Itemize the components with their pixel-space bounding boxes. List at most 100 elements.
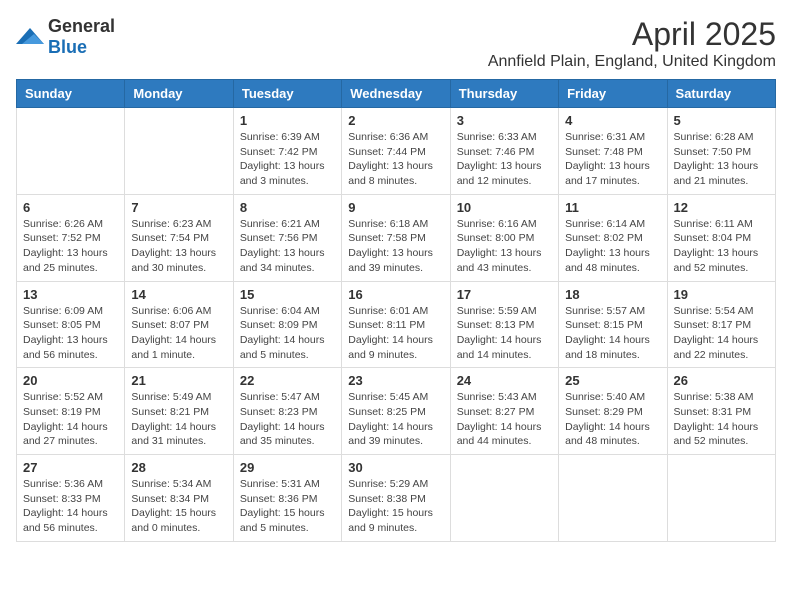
calendar-cell: 23 Sunrise: 5:45 AMSunset: 8:25 PMDayligh… xyxy=(342,368,450,455)
calendar-day-header: Saturday xyxy=(667,80,775,108)
day-info: Sunrise: 6:09 AMSunset: 8:05 PMDaylight:… xyxy=(23,304,118,363)
day-number: 19 xyxy=(674,287,769,302)
day-info: Sunrise: 6:06 AMSunset: 8:07 PMDaylight:… xyxy=(131,304,226,363)
day-info: Sunrise: 6:21 AMSunset: 7:56 PMDaylight:… xyxy=(240,217,335,276)
day-info: Sunrise: 5:45 AMSunset: 8:25 PMDaylight:… xyxy=(348,390,443,449)
day-info: Sunrise: 5:47 AMSunset: 8:23 PMDaylight:… xyxy=(240,390,335,449)
day-number: 3 xyxy=(457,113,552,128)
day-number: 16 xyxy=(348,287,443,302)
calendar-cell: 2Sunrise: 6:36 AMSunset: 7:44 PMDaylight… xyxy=(342,108,450,195)
day-info: Sunrise: 5:49 AMSunset: 8:21 PMDaylight:… xyxy=(131,390,226,449)
day-info: Sunrise: 5:59 AMSunset: 8:13 PMDaylight:… xyxy=(457,304,552,363)
calendar-day-header: Friday xyxy=(559,80,667,108)
calendar-week-row: 27 Sunrise: 5:36 AMSunset: 8:33 PMDayligh… xyxy=(17,455,776,542)
day-number: 24 xyxy=(457,373,552,388)
day-info: Sunrise: 6:31 AMSunset: 7:48 PMDaylight:… xyxy=(565,130,660,189)
calendar-cell: 27 Sunrise: 5:36 AMSunset: 8:33 PMDayligh… xyxy=(17,455,125,542)
day-info: Sunrise: 5:31 AMSunset: 8:36 PMDaylight:… xyxy=(240,477,335,536)
title-area: April 2025 Annfield Plain, England, Unit… xyxy=(488,16,776,71)
day-number: 8 xyxy=(240,200,335,215)
calendar-cell xyxy=(17,108,125,195)
calendar-cell: 8 Sunrise: 6:21 AMSunset: 7:56 PMDaylight… xyxy=(233,194,341,281)
day-info: Sunrise: 5:34 AMSunset: 8:34 PMDaylight:… xyxy=(131,477,226,536)
day-info: Sunrise: 5:57 AMSunset: 8:15 PMDaylight:… xyxy=(565,304,660,363)
day-number: 7 xyxy=(131,200,226,215)
calendar-cell: 24 Sunrise: 5:43 AMSunset: 8:27 PMDayligh… xyxy=(450,368,558,455)
calendar-cell: 22 Sunrise: 5:47 AMSunset: 8:23 PMDayligh… xyxy=(233,368,341,455)
calendar-cell: 1Sunrise: 6:39 AMSunset: 7:42 PMDaylight… xyxy=(233,108,341,195)
calendar-cell: 6 Sunrise: 6:26 AMSunset: 7:52 PMDaylight… xyxy=(17,194,125,281)
calendar-cell: 30 Sunrise: 5:29 AMSunset: 8:38 PMDayligh… xyxy=(342,455,450,542)
calendar-cell xyxy=(667,455,775,542)
calendar-table: SundayMondayTuesdayWednesdayThursdayFrid… xyxy=(16,79,776,542)
calendar-day-header: Tuesday xyxy=(233,80,341,108)
day-info: Sunrise: 6:23 AMSunset: 7:54 PMDaylight:… xyxy=(131,217,226,276)
calendar-cell: 19 Sunrise: 5:54 AMSunset: 8:17 PMDayligh… xyxy=(667,281,775,368)
day-info: Sunrise: 6:33 AMSunset: 7:46 PMDaylight:… xyxy=(457,130,552,189)
calendar-cell xyxy=(559,455,667,542)
day-info: Sunrise: 6:04 AMSunset: 8:09 PMDaylight:… xyxy=(240,304,335,363)
calendar-cell: 15Sunrise: 6:04 AMSunset: 8:09 PMDayligh… xyxy=(233,281,341,368)
day-number: 17 xyxy=(457,287,552,302)
calendar-cell: 4 Sunrise: 6:31 AMSunset: 7:48 PMDaylight… xyxy=(559,108,667,195)
location-title: Annfield Plain, England, United Kingdom xyxy=(488,53,776,71)
calendar-cell: 18 Sunrise: 5:57 AMSunset: 8:15 PMDayligh… xyxy=(559,281,667,368)
calendar-cell: 29Sunrise: 5:31 AMSunset: 8:36 PMDayligh… xyxy=(233,455,341,542)
calendar-day-header: Monday xyxy=(125,80,233,108)
month-title: April 2025 xyxy=(488,16,776,53)
day-info: Sunrise: 5:36 AMSunset: 8:33 PMDaylight:… xyxy=(23,477,118,536)
day-info: Sunrise: 6:26 AMSunset: 7:52 PMDaylight:… xyxy=(23,217,118,276)
calendar-cell: 21 Sunrise: 5:49 AMSunset: 8:21 PMDayligh… xyxy=(125,368,233,455)
day-info: Sunrise: 5:40 AMSunset: 8:29 PMDaylight:… xyxy=(565,390,660,449)
day-info: Sunrise: 6:11 AMSunset: 8:04 PMDaylight:… xyxy=(674,217,769,276)
day-info: Sunrise: 6:39 AMSunset: 7:42 PMDaylight:… xyxy=(240,130,335,189)
header: General Blue April 2025 Annfield Plain, … xyxy=(16,16,776,71)
day-number: 28 xyxy=(131,460,226,475)
day-number: 23 xyxy=(348,373,443,388)
day-number: 11 xyxy=(565,200,660,215)
day-info: Sunrise: 6:28 AMSunset: 7:50 PMDaylight:… xyxy=(674,130,769,189)
day-number: 9 xyxy=(348,200,443,215)
day-info: Sunrise: 5:54 AMSunset: 8:17 PMDaylight:… xyxy=(674,304,769,363)
calendar-week-row: 1Sunrise: 6:39 AMSunset: 7:42 PMDaylight… xyxy=(17,108,776,195)
calendar-day-header: Sunday xyxy=(17,80,125,108)
day-number: 6 xyxy=(23,200,118,215)
day-number: 18 xyxy=(565,287,660,302)
calendar-cell: 14 Sunrise: 6:06 AMSunset: 8:07 PMDayligh… xyxy=(125,281,233,368)
calendar-header-row: SundayMondayTuesdayWednesdayThursdayFrid… xyxy=(17,80,776,108)
day-info: Sunrise: 5:29 AMSunset: 8:38 PMDaylight:… xyxy=(348,477,443,536)
day-number: 5 xyxy=(674,113,769,128)
day-number: 21 xyxy=(131,373,226,388)
day-number: 4 xyxy=(565,113,660,128)
day-info: Sunrise: 5:43 AMSunset: 8:27 PMDaylight:… xyxy=(457,390,552,449)
day-number: 26 xyxy=(674,373,769,388)
calendar-week-row: 6 Sunrise: 6:26 AMSunset: 7:52 PMDaylight… xyxy=(17,194,776,281)
calendar-week-row: 20 Sunrise: 5:52 AMSunset: 8:19 PMDayligh… xyxy=(17,368,776,455)
calendar-cell: 20 Sunrise: 5:52 AMSunset: 8:19 PMDayligh… xyxy=(17,368,125,455)
calendar-cell: 7 Sunrise: 6:23 AMSunset: 7:54 PMDaylight… xyxy=(125,194,233,281)
day-info: Sunrise: 5:52 AMSunset: 8:19 PMDaylight:… xyxy=(23,390,118,449)
day-number: 14 xyxy=(131,287,226,302)
logo-blue-text: Blue xyxy=(48,37,87,57)
day-number: 22 xyxy=(240,373,335,388)
calendar-cell: 16Sunrise: 6:01 AMSunset: 8:11 PMDayligh… xyxy=(342,281,450,368)
calendar-cell xyxy=(450,455,558,542)
day-number: 25 xyxy=(565,373,660,388)
calendar-cell: 9Sunrise: 6:18 AMSunset: 7:58 PMDaylight… xyxy=(342,194,450,281)
calendar-cell: 13Sunrise: 6:09 AMSunset: 8:05 PMDayligh… xyxy=(17,281,125,368)
calendar-week-row: 13Sunrise: 6:09 AMSunset: 8:05 PMDayligh… xyxy=(17,281,776,368)
day-number: 27 xyxy=(23,460,118,475)
logo-general-text: General xyxy=(48,16,115,36)
calendar-cell xyxy=(125,108,233,195)
calendar-cell: 3 Sunrise: 6:33 AMSunset: 7:46 PMDaylight… xyxy=(450,108,558,195)
calendar-cell: 5 Sunrise: 6:28 AMSunset: 7:50 PMDaylight… xyxy=(667,108,775,195)
logo: General Blue xyxy=(16,16,115,58)
day-number: 2 xyxy=(348,113,443,128)
calendar-cell: 25 Sunrise: 5:40 AMSunset: 8:29 PMDayligh… xyxy=(559,368,667,455)
day-info: Sunrise: 5:38 AMSunset: 8:31 PMDaylight:… xyxy=(674,390,769,449)
day-number: 20 xyxy=(23,373,118,388)
day-number: 12 xyxy=(674,200,769,215)
day-number: 30 xyxy=(348,460,443,475)
calendar-cell: 28 Sunrise: 5:34 AMSunset: 8:34 PMDayligh… xyxy=(125,455,233,542)
calendar-day-header: Thursday xyxy=(450,80,558,108)
